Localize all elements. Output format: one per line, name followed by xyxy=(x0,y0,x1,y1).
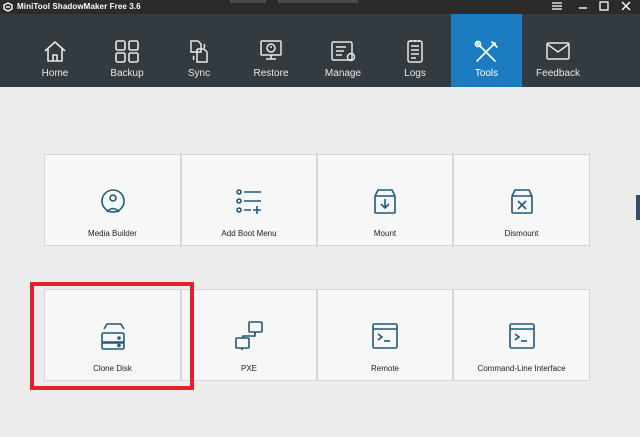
sync-icon xyxy=(190,40,208,63)
maximize-icon[interactable] xyxy=(597,0,611,12)
nav-restore[interactable]: Restore xyxy=(236,14,306,87)
minimize-icon[interactable] xyxy=(576,0,590,12)
nav-label: Sync xyxy=(187,68,211,79)
tile-label: Add Boot Menu xyxy=(221,229,277,238)
mount-icon xyxy=(374,189,396,214)
remote-icon xyxy=(372,323,398,349)
nav-label: Home xyxy=(41,68,69,79)
add-boot-menu-icon xyxy=(236,189,261,214)
nav-manage[interactable]: Manage xyxy=(308,14,378,87)
nav-tools[interactable]: Tools xyxy=(451,14,522,87)
nav-label: Tools xyxy=(474,68,499,79)
title-bar-tab[interactable] xyxy=(278,0,358,3)
dismount-icon xyxy=(510,189,533,214)
nav-logs[interactable]: Logs xyxy=(380,14,450,87)
nav-home[interactable]: Home xyxy=(20,14,90,87)
close-icon[interactable] xyxy=(619,0,633,12)
tile-label: Clone Disk xyxy=(93,364,132,373)
tile-label: Mount xyxy=(373,229,397,238)
nav-label: Feedback xyxy=(536,68,580,79)
clone-disk-button[interactable]: Clone Disk xyxy=(44,289,181,381)
logs-icon xyxy=(407,40,423,63)
menu-icon[interactable] xyxy=(550,0,564,12)
tile-label: PXE xyxy=(240,364,257,373)
tile-label: Command-Line Interface xyxy=(477,364,566,373)
home-icon xyxy=(44,41,66,62)
nav-label: Logs xyxy=(404,68,426,79)
app-title: MiniTool ShadowMaker Free 3.6 xyxy=(17,2,141,11)
mount-button[interactable]: Mount xyxy=(317,154,453,246)
media-builder-icon xyxy=(100,189,125,213)
command-line-icon xyxy=(508,323,535,349)
manage-icon xyxy=(331,41,356,62)
title-bar: MiniTool ShadowMaker Free 3.6 xyxy=(0,0,640,14)
nav-label: Manage xyxy=(324,68,362,79)
remote-button[interactable]: Remote xyxy=(317,289,453,381)
dismount-button[interactable]: Dismount xyxy=(453,154,590,246)
tools-icon xyxy=(474,40,498,62)
nav-label: Restore xyxy=(253,68,289,79)
clone-disk-icon xyxy=(100,323,125,350)
main-nav: Home Backup Sync Restore Manage Logs Too… xyxy=(0,14,640,87)
tile-label: Remote xyxy=(370,364,399,373)
nav-feedback[interactable]: Feedback xyxy=(523,14,593,87)
title-bar-tab[interactable] xyxy=(230,0,266,3)
nav-backup[interactable]: Backup xyxy=(92,14,162,87)
tile-label: Media Builder xyxy=(88,229,137,238)
window-edge xyxy=(636,195,640,220)
command-line-interface-button[interactable]: Command-Line Interface xyxy=(453,289,590,381)
feedback-icon xyxy=(546,42,570,60)
media-builder-button[interactable]: Media Builder xyxy=(44,154,181,246)
app-logo-icon xyxy=(3,2,13,12)
restore-icon xyxy=(260,40,282,60)
backup-icon xyxy=(115,40,139,63)
tile-label: Dismount xyxy=(504,229,539,238)
pxe-icon xyxy=(235,321,263,350)
tools-panel xyxy=(0,87,640,437)
nav-label: Backup xyxy=(110,68,144,79)
nav-sync[interactable]: Sync xyxy=(164,14,234,87)
pxe-button[interactable]: PXE xyxy=(181,289,317,381)
add-boot-menu-button[interactable]: Add Boot Menu xyxy=(181,154,317,246)
